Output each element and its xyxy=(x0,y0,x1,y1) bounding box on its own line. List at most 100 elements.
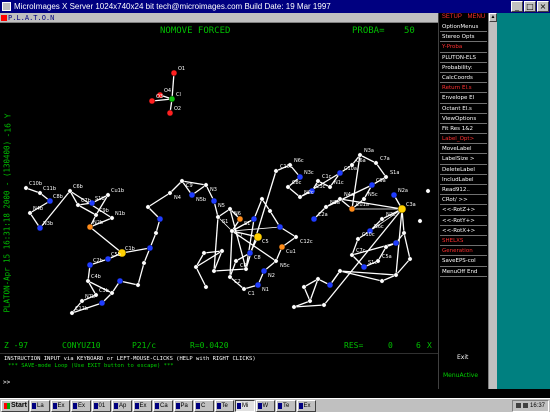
exit-button[interactable]: Exit xyxy=(457,354,468,361)
menu-item[interactable]: ViewOptions xyxy=(440,114,487,124)
scroll-up-arrow-icon[interactable]: ▲ xyxy=(489,13,497,22)
atom-label: C2 xyxy=(234,279,241,285)
atom-c xyxy=(401,230,407,236)
menu-item[interactable]: PLUTON-ELS xyxy=(440,53,487,63)
menu-item[interactable]: Label_Opt> xyxy=(440,134,487,145)
speaker-icon[interactable] xyxy=(522,403,528,408)
atom-label: N6c xyxy=(374,224,384,230)
taskbar-button[interactable]: Te xyxy=(276,399,296,412)
close-button[interactable]: × xyxy=(537,1,549,12)
taskbar-button[interactable]: Ex xyxy=(71,399,91,412)
taskbar-button[interactable]: Ca xyxy=(153,399,173,412)
atom-label: N6 xyxy=(234,211,241,217)
minimize-button[interactable]: _ xyxy=(511,1,523,12)
menu-item[interactable]: Probability: xyxy=(440,63,487,73)
mode-indicator: NOMOVE FORCED xyxy=(160,26,231,36)
taskbar-button-label: La xyxy=(37,402,44,409)
taskbar-button[interactable]: Pa xyxy=(173,399,193,412)
menu-item[interactable]: Octant El.s xyxy=(440,104,487,114)
window-icon xyxy=(32,402,36,409)
atom-c xyxy=(201,250,207,256)
res-value: 0 xyxy=(388,341,393,350)
atom-c xyxy=(203,284,209,290)
menu-item[interactable]: IncludLabel xyxy=(440,175,487,185)
taskbar-button[interactable]: Ap xyxy=(112,399,132,412)
clock[interactable]: 16:37 xyxy=(530,403,545,409)
console-prompt[interactable]: >> xyxy=(3,379,10,386)
menu-item[interactable]: <<-RotY+> xyxy=(440,216,487,226)
taskbar-button[interactable]: 01 xyxy=(91,399,111,412)
taskbar-button[interactable]: Ex xyxy=(296,399,316,412)
atom-c xyxy=(167,190,173,196)
menu-item[interactable]: Stereo Opts xyxy=(440,32,487,43)
atom-label: C10c xyxy=(280,164,293,170)
menu-item[interactable]: CalcCoords xyxy=(440,73,487,84)
atom-c xyxy=(241,286,247,292)
menu-item[interactable]: Envelope El xyxy=(440,93,487,104)
atom-label: N4a xyxy=(344,192,354,198)
atom-label: O1 xyxy=(178,66,185,72)
platon-window-titlebar[interactable]: P.L.A.T.O.N xyxy=(0,13,438,23)
start-button[interactable]: Start xyxy=(1,399,29,412)
menu-item[interactable]: Y-Proba xyxy=(440,42,487,53)
menu-item[interactable]: OptionMenus xyxy=(440,22,487,33)
menu-item[interactable]: SHELXS xyxy=(440,236,487,247)
menu-item[interactable]: CRot/ >> xyxy=(440,195,487,206)
menu-item[interactable]: MoveLabel xyxy=(440,144,487,155)
taskbar-button-label: Te xyxy=(283,402,290,409)
menu-item[interactable]: DeleteLabel xyxy=(440,165,487,175)
res-label: RES= xyxy=(344,341,364,350)
atom-n xyxy=(392,239,400,247)
platon-window-icon[interactable] xyxy=(1,15,7,21)
taskbar-button-label: Ex xyxy=(57,402,65,409)
menu-item[interactable]: LabelSize > xyxy=(440,154,487,165)
atom-label: S1c xyxy=(368,260,377,266)
menu-item[interactable]: Read912.. xyxy=(440,185,487,196)
taskbar-button[interactable]: La xyxy=(30,399,50,412)
menu-menu-tab[interactable]: MENU xyxy=(468,13,486,22)
app-icon[interactable] xyxy=(2,2,11,11)
taskbar-button[interactable]: Mi xyxy=(235,399,255,412)
window-titlebar[interactable]: MicroImages X Server 1024x740x24 bit tec… xyxy=(0,0,550,13)
menu-item[interactable]: <<-RotX+> xyxy=(440,226,487,236)
menu-item[interactable]: Generation xyxy=(440,246,487,257)
taskbar-button-label: Ap xyxy=(119,402,127,409)
atom-c xyxy=(425,188,431,194)
covalent-bond xyxy=(253,198,263,220)
menu-item[interactable]: SaveEPS-col xyxy=(440,256,487,267)
atom-c xyxy=(145,204,151,210)
proba-readout: PROBA= 50 xyxy=(352,26,415,36)
atom-label: N2 xyxy=(268,273,275,279)
atom-c xyxy=(75,202,81,208)
console-panel[interactable]: INSTRUCTION INPUT via KEYBOARD or LEFT-M… xyxy=(0,353,438,389)
taskbar-button[interactable]: Ex xyxy=(132,399,152,412)
maximize-button[interactable]: □ xyxy=(524,1,536,12)
atom-cu xyxy=(397,204,407,214)
atom-label: Cu1b xyxy=(111,188,124,194)
atom-o xyxy=(166,109,174,117)
covalent-bond xyxy=(137,262,145,286)
menu-item[interactable]: Return El.s xyxy=(440,83,487,94)
menu-item[interactable]: MenuOff End xyxy=(440,267,487,277)
molecule-canvas[interactable]: O1 O4 O3 Cl O2 C10b C11b C8b N4b N3b C6b C7b S1b Cu1b… xyxy=(0,23,438,353)
atom-c xyxy=(323,204,329,210)
atom-c xyxy=(315,178,321,184)
atom-c xyxy=(267,208,273,214)
covalent-bond xyxy=(169,180,183,194)
tray-icon[interactable] xyxy=(515,403,521,408)
atom-label: C5a xyxy=(382,254,392,260)
taskbar-button[interactable]: Te xyxy=(214,399,234,412)
taskbar-button[interactable]: C xyxy=(194,399,214,412)
taskbar-button[interactable]: Ex xyxy=(50,399,70,412)
atom-label: C11b xyxy=(43,186,56,192)
menu-item[interactable]: <<-RotZ+> xyxy=(440,205,487,216)
atom-s xyxy=(348,205,356,213)
menu-setup-tab[interactable]: SETUP xyxy=(442,13,462,22)
molecule-graphic[interactable]: O1 O4O3 Cl O2 C10bC11b C8b N4b N3b C6b C7b S1b Cu1b… xyxy=(0,23,438,353)
taskbar-button[interactable]: W xyxy=(255,399,275,412)
atom-c xyxy=(215,214,221,220)
atom-label: O2 xyxy=(174,106,181,112)
atom-label: N5 xyxy=(218,203,225,209)
vertical-scrollbar[interactable]: ▲ xyxy=(488,13,497,389)
menu-item[interactable]: Fit Res 1&2 xyxy=(440,124,487,135)
